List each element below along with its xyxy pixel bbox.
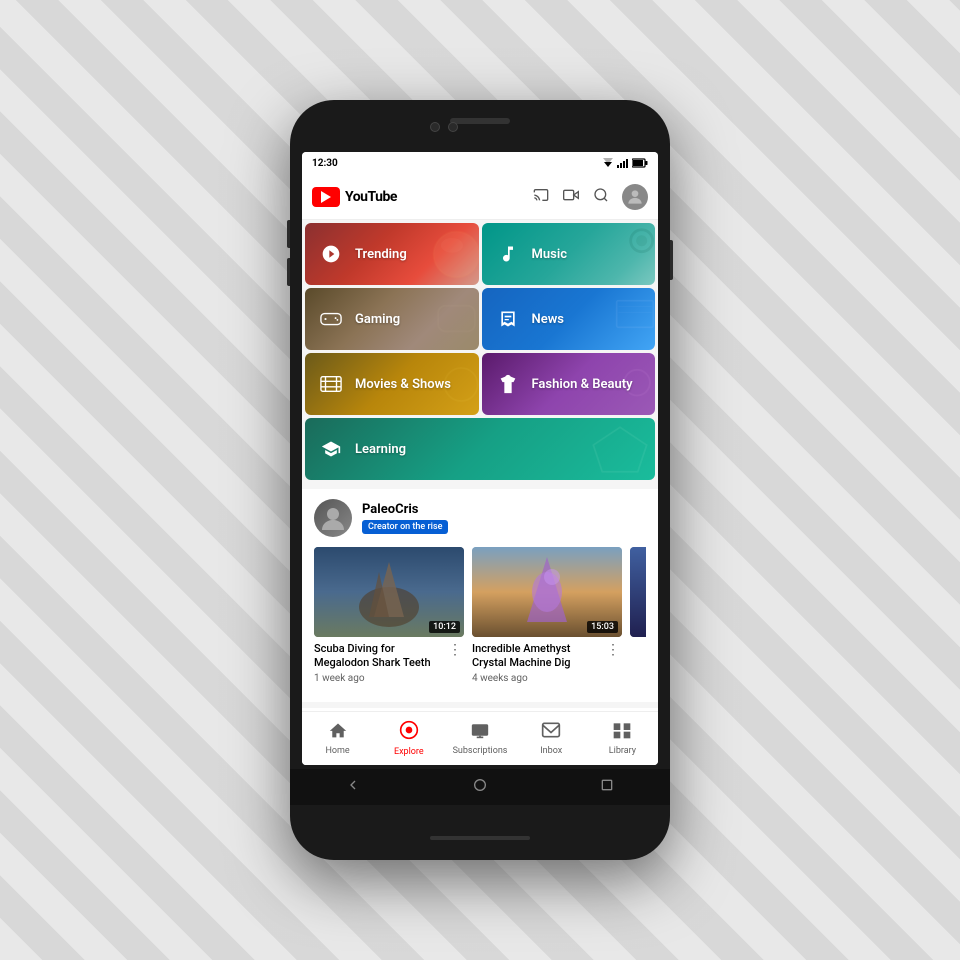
trending-label: Trending: [355, 247, 407, 262]
creator-section: PaleoCris Creator on the rise: [302, 489, 658, 702]
nav-item-explore[interactable]: Explore: [373, 712, 444, 765]
subscriptions-icon: [470, 721, 490, 744]
top-nav-bar: YouTube: [302, 174, 658, 220]
category-tile-news[interactable]: News: [482, 288, 656, 350]
video-1-title: Scuba Diving for Megalodon Shark Teeth: [314, 642, 446, 671]
news-bg: [556, 288, 655, 350]
vol-down-button[interactable]: [287, 258, 290, 286]
library-label: Library: [609, 746, 636, 756]
movies-icon: [317, 370, 345, 398]
cast-icon[interactable]: [532, 187, 550, 207]
subscriptions-label: Subscriptions: [453, 746, 508, 756]
creator-badge: Creator on the rise: [362, 520, 448, 534]
gaming-label: Gaming: [355, 312, 400, 327]
status-time: 12:30: [312, 158, 338, 169]
home-icon: [328, 721, 348, 744]
video-2-duration: 15:03: [587, 621, 618, 633]
wifi-icon: [602, 158, 614, 168]
video-thumb-3: [630, 547, 646, 637]
status-icons: [602, 158, 648, 168]
video-1-info: Scuba Diving for Megalodon Shark Teeth 1…: [314, 642, 464, 684]
home-button[interactable]: [472, 777, 488, 797]
category-grid: Trending Music: [302, 220, 658, 483]
creator-name: PaleoCris: [362, 502, 448, 517]
learning-icon: [317, 435, 345, 463]
user-avatar[interactable]: [622, 184, 648, 210]
inbox-label: Inbox: [540, 746, 562, 756]
video-card-3[interactable]: [630, 547, 646, 684]
trending-icon: [317, 240, 345, 268]
video-1-duration: 10:12: [429, 621, 460, 633]
power-button[interactable]: [670, 240, 673, 280]
video-2-text: Incredible Amethyst Crystal Machine Dig …: [472, 642, 604, 684]
yt-play-icon: [321, 191, 331, 203]
yt-logo-text: YouTube: [345, 189, 397, 205]
library-icon: [612, 721, 632, 744]
yt-icon-bg: [312, 187, 340, 207]
video-thumb-1: 10:12: [314, 547, 464, 637]
front-camera: [430, 122, 440, 132]
explore-icon: [399, 720, 419, 745]
recents-button[interactable]: [599, 777, 615, 797]
fashion-label: Fashion & Beauty: [532, 377, 633, 392]
video-2-info: Incredible Amethyst Crystal Machine Dig …: [472, 642, 622, 684]
phone-frame: 12:30: [290, 100, 670, 860]
video-card-1[interactable]: 10:12 Scuba Diving for Megalodon Shark T…: [314, 547, 464, 684]
category-tile-gaming[interactable]: Gaming: [305, 288, 479, 350]
video-2-meta: 4 weeks ago: [472, 673, 604, 684]
music-label: Music: [532, 247, 567, 262]
status-bar: 12:30: [302, 152, 658, 174]
creator-info: PaleoCris Creator on the rise: [362, 502, 448, 534]
video-1-meta: 1 week ago: [314, 673, 446, 684]
vol-up-button[interactable]: [287, 220, 290, 248]
learning-bg: [450, 418, 655, 480]
video-thumb-2: 15:03: [472, 547, 622, 637]
music-icon: [494, 240, 522, 268]
search-icon[interactable]: [592, 187, 610, 207]
phone-bottom-bar: [430, 836, 530, 840]
category-tile-trending[interactable]: Trending: [305, 223, 479, 285]
android-nav-buttons: [290, 769, 670, 805]
battery-icon: [632, 158, 648, 168]
news-icon: [494, 305, 522, 333]
main-content: Trending Music: [302, 220, 658, 765]
nav-icon-group: [532, 184, 648, 210]
youtube-logo: YouTube: [312, 187, 532, 207]
category-tile-fashion[interactable]: Fashion & Beauty: [482, 353, 656, 415]
nav-item-subscriptions[interactable]: Subscriptions: [444, 712, 515, 765]
explore-label: Explore: [394, 747, 424, 757]
nav-item-library[interactable]: Library: [587, 712, 658, 765]
news-label: News: [532, 312, 564, 327]
nav-item-home[interactable]: Home: [302, 712, 373, 765]
movies-label: Movies & Shows: [355, 377, 451, 392]
category-tile-learning[interactable]: Learning: [305, 418, 655, 480]
video-2-title: Incredible Amethyst Crystal Machine Dig: [472, 642, 604, 671]
bottom-nav: Home Explore: [302, 711, 658, 765]
gaming-icon: [317, 305, 345, 333]
creator-header: PaleoCris Creator on the rise: [314, 499, 646, 537]
video-2-more[interactable]: ⋮: [604, 642, 622, 658]
fashion-icon: [494, 370, 522, 398]
back-button[interactable]: [345, 777, 361, 797]
music-bg: [556, 223, 655, 285]
video-card-2[interactable]: 15:03 Incredible Amethyst Crystal Machin…: [472, 547, 622, 684]
home-label: Home: [325, 746, 349, 756]
learning-label: Learning: [355, 442, 406, 457]
video-camera-icon[interactable]: [562, 187, 580, 207]
signal-icon: [617, 158, 629, 168]
category-tile-music[interactable]: Music: [482, 223, 656, 285]
video-1-more[interactable]: ⋮: [446, 642, 464, 658]
front-camera2: [448, 122, 458, 132]
nav-item-inbox[interactable]: Inbox: [516, 712, 587, 765]
phone-screen: 12:30: [302, 152, 658, 765]
category-tile-movies[interactable]: Movies & Shows: [305, 353, 479, 415]
speaker: [450, 118, 510, 124]
video-1-text: Scuba Diving for Megalodon Shark Teeth 1…: [314, 642, 446, 684]
inbox-icon: [541, 721, 561, 744]
creator-avatar: [314, 499, 352, 537]
video-row: 10:12 Scuba Diving for Megalodon Shark T…: [314, 547, 646, 692]
